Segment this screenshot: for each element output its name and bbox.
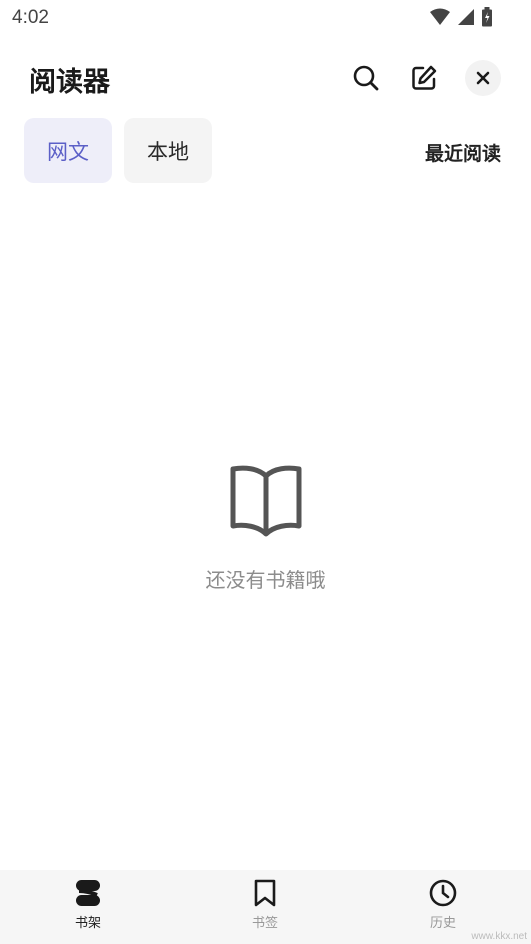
battery-icon: [482, 7, 492, 27]
empty-state: 还没有书籍哦: [0, 462, 531, 593]
clock-icon: [429, 879, 457, 907]
recent-reading-link[interactable]: 最近阅读: [425, 139, 501, 166]
empty-message: 还没有书籍哦: [205, 568, 326, 592]
tab-web-novels[interactable]: 网文: [24, 118, 112, 183]
nav-bookmarks[interactable]: 书签: [225, 878, 305, 940]
nav-bookshelf[interactable]: 书架: [48, 878, 128, 940]
app-header: 阅读器: [0, 52, 531, 106]
signal-icon: [458, 9, 474, 25]
watermark: www.kkx.net: [471, 931, 527, 942]
bookmark-icon: [254, 879, 276, 907]
search-button[interactable]: [348, 60, 384, 96]
close-button[interactable]: [465, 60, 501, 96]
close-icon: [476, 71, 490, 85]
nav-bookmarks-label: 书签: [251, 916, 278, 931]
open-book-icon: [230, 465, 301, 537]
source-tabs: 网文 本地 最近阅读: [0, 118, 531, 184]
page-title: 阅读器: [29, 67, 110, 98]
edit-button[interactable]: [406, 60, 442, 96]
bottom-nav: 书架 书签 历史 www.kkx.net: [0, 870, 531, 944]
edit-icon: [412, 65, 437, 90]
status-icons: [429, 7, 493, 27]
status-time: 4:02: [12, 7, 49, 28]
wifi-icon: [430, 8, 450, 25]
tab-local[interactable]: 本地: [124, 118, 212, 183]
nav-history-label: 历史: [429, 916, 456, 931]
nav-bookshelf-label: 书架: [74, 916, 101, 931]
bookshelf-icon: [76, 880, 100, 906]
search-icon: [353, 65, 379, 91]
status-bar: 4:02: [0, 0, 531, 36]
